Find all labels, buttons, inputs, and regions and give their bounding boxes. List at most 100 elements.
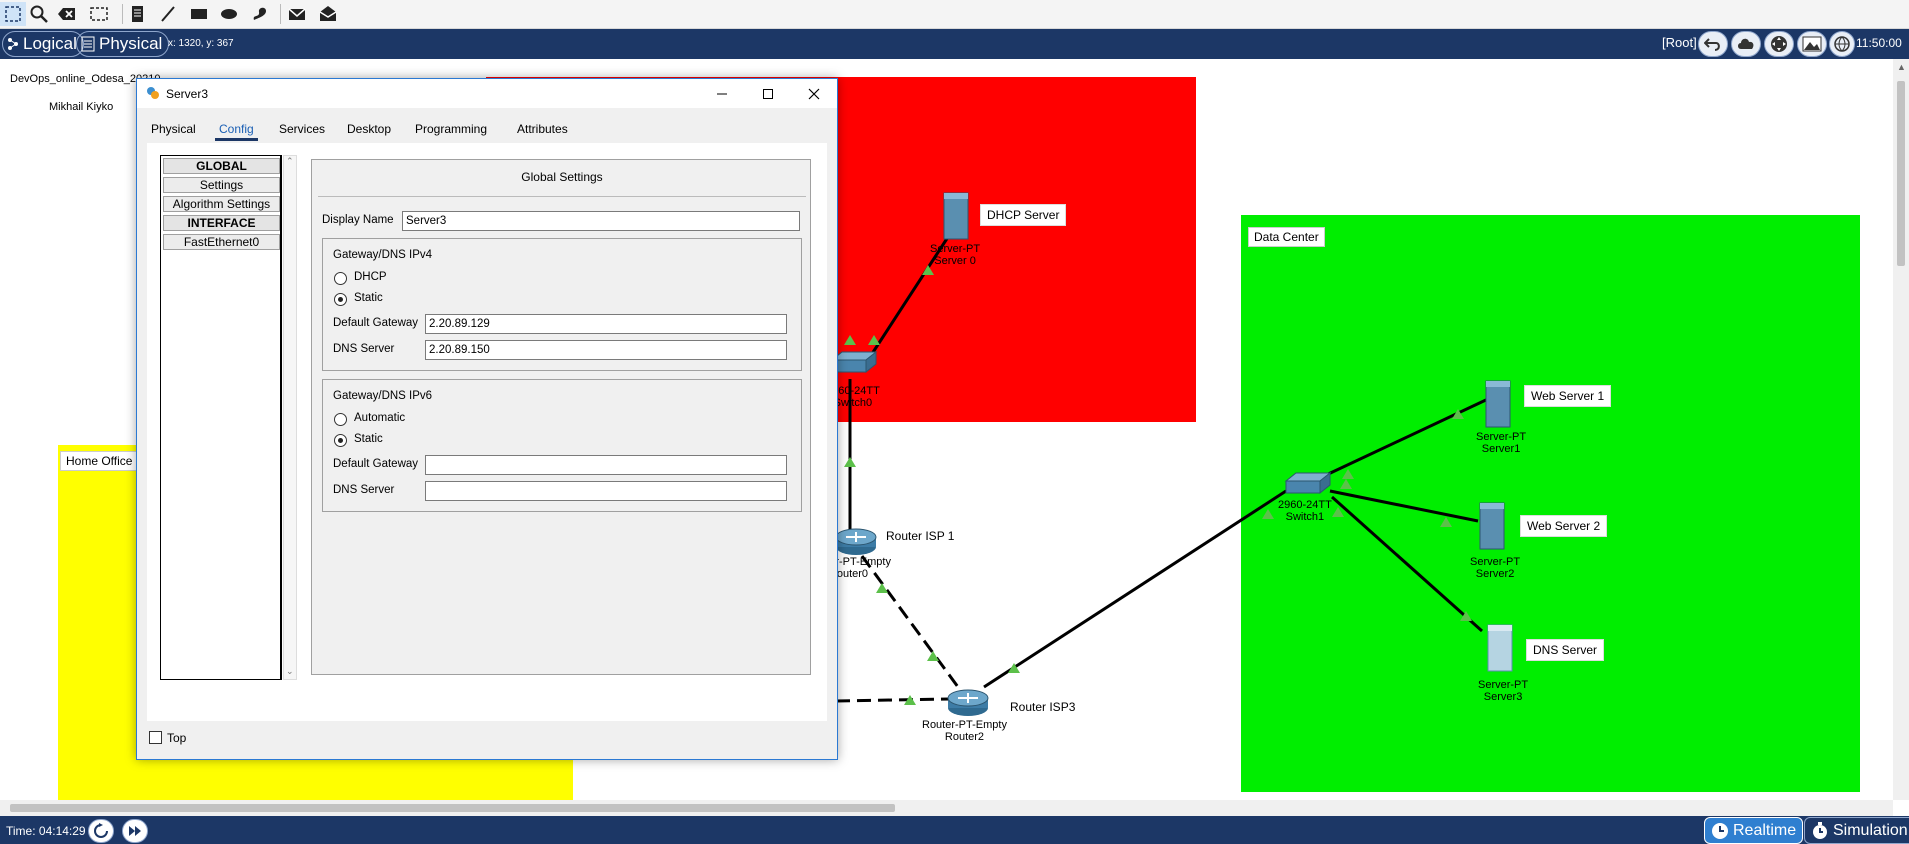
fast-forward-button[interactable] [122,819,148,843]
switch1-type: 2960-24TT [1278,499,1332,511]
dialog-title-bar[interactable]: Server3 [137,79,837,108]
minimize-button[interactable] [699,79,745,108]
rectangle-icon[interactable] [186,2,212,26]
ipv6-static-radio[interactable] [334,434,347,447]
router2-label: Router-PT-Empty Router2 [922,719,1007,743]
ipv4-dns-input[interactable]: 2.20.89.150 [425,340,787,360]
ipv4-static-radio[interactable] [334,293,347,306]
ipv6-static-radio-label[interactable]: Static [354,433,383,445]
horizontal-scroll-thumb[interactable] [10,804,895,812]
server2-icon[interactable] [1476,499,1508,553]
dialog-title: Server3 [166,87,209,101]
web-server2-name[interactable]: Web Server 2 [1520,515,1608,537]
realtime-mode-button[interactable]: Realtime [1704,817,1804,844]
router2-type: Router-PT-Empty [922,719,1007,731]
maximize-button[interactable] [745,79,791,108]
server1-icon[interactable] [1482,377,1514,431]
logical-label: Logical [23,34,77,53]
open-pdu-icon[interactable] [315,2,341,26]
dhcp-server-name[interactable]: DHCP Server [980,204,1067,226]
automatic-radio-label[interactable]: Automatic [354,412,405,424]
delete-icon[interactable] [54,2,80,26]
tab-programming[interactable]: Programming [411,119,491,141]
ipv4-static-radio-label[interactable]: Static [354,292,383,304]
physical-label: Physical [99,34,163,53]
ellipse-icon[interactable] [216,2,242,26]
tab-desktop[interactable]: Desktop [343,119,395,141]
ipv4-gateway-input[interactable]: 2.20.89.129 [425,314,787,334]
workspace-horizontal-scrollbar[interactable] [0,800,1893,816]
server2-label: Server-PT Server2 [1470,556,1520,580]
reset-time-button[interactable] [88,819,114,843]
line-icon[interactable] [155,2,181,26]
link-router2-west[interactable] [835,697,951,703]
switch0-id: Switch0 [833,397,873,409]
root-breadcrumb[interactable]: [Root] [1662,35,1697,50]
router2-icon[interactable] [946,686,990,718]
automatic-radio[interactable] [334,413,347,426]
ipv6-group-title: Gateway/DNS IPv6 [333,390,433,402]
simulation-label: Simulation [1833,821,1908,839]
list-scroll-down-icon[interactable]: ⌄ [286,666,294,677]
web-server1-name[interactable]: Web Server 1 [1524,385,1612,407]
top-checkbox[interactable] [149,731,162,744]
note-icon[interactable] [124,2,150,26]
workspace-vertical-scrollbar[interactable]: ▲ [1893,59,1909,800]
ipv4-dns-label: DNS Server [333,343,395,355]
server3-type: Server-PT [1478,679,1529,691]
ipv6-gateway-input[interactable] [425,455,787,475]
tab-attributes[interactable]: Attributes [513,119,572,141]
maximize-icon [763,88,773,99]
main-toolbar [0,0,1909,29]
router0-icon[interactable] [834,525,878,557]
switch1-icon[interactable] [1280,471,1332,501]
simulation-mode-button[interactable]: Simulation [1804,817,1909,844]
global-settings-panel: Global Settings Display Name Server3 Gat… [311,159,811,675]
ipv4-gateway-label: Default Gateway [333,317,419,329]
list-scroll-up-icon[interactable]: ⌃ [286,156,294,167]
dhcp-radio-label[interactable]: DHCP [354,271,387,283]
simulation-time: Time: 04:14:29 [6,824,86,838]
realtime-clock-icon [1712,822,1728,839]
ipv6-dns-input[interactable] [425,481,787,501]
server3-icon[interactable] [1484,621,1516,675]
freeform-icon[interactable] [247,2,273,26]
top-checkbox-label[interactable]: Top [167,731,186,745]
scroll-up-icon[interactable]: ▲ [1897,62,1906,72]
time-settings-button[interactable] [1829,31,1855,57]
router2-id: Router2 [944,731,985,743]
add-pdu-icon[interactable] [284,2,310,26]
background-image-button[interactable] [1797,31,1827,57]
link-router2-switch1[interactable] [983,489,1287,689]
link-switch1-server1[interactable] [1323,397,1489,478]
dhcp-radio[interactable] [334,272,347,285]
logical-view-button[interactable]: Logical [2,31,84,57]
list-item-algorithm-settings[interactable]: Algorithm Settings [163,196,280,212]
router-isp1-name[interactable]: Router ISP 1 [880,526,960,546]
reset-icon [94,823,108,838]
physical-view-button[interactable]: Physical [76,31,170,57]
display-name-input[interactable]: Server3 [402,211,800,231]
switch1-id: Switch1 [1285,511,1325,523]
vertical-scroll-thumb[interactable] [1897,81,1905,266]
config-list-scrollbar[interactable]: ⌃ ⌄ [283,155,297,680]
cloud-button[interactable] [1731,31,1761,57]
resize-icon[interactable] [86,2,112,26]
logical-icon [8,38,18,50]
server0-icon[interactable] [940,189,972,243]
navigation-button[interactable] [1764,31,1794,57]
router-isp3-name[interactable]: Router ISP3 [1004,697,1081,717]
dns-server-name[interactable]: DNS Server [1526,639,1605,661]
stopwatch-icon [1813,821,1827,839]
tab-services[interactable]: Services [275,119,329,141]
tab-physical[interactable]: Physical [147,119,200,141]
list-item-fastethernet0[interactable]: FastEthernet0 [163,234,280,250]
close-button[interactable] [791,79,837,108]
tab-config[interactable]: Config [215,119,258,141]
server1-id: Server1 [1481,443,1521,455]
select-icon[interactable] [0,2,26,26]
server2-id: Server2 [1475,568,1515,580]
list-item-settings[interactable]: Settings [163,177,280,193]
back-button[interactable] [1698,31,1728,57]
zoom-icon[interactable] [26,2,52,26]
